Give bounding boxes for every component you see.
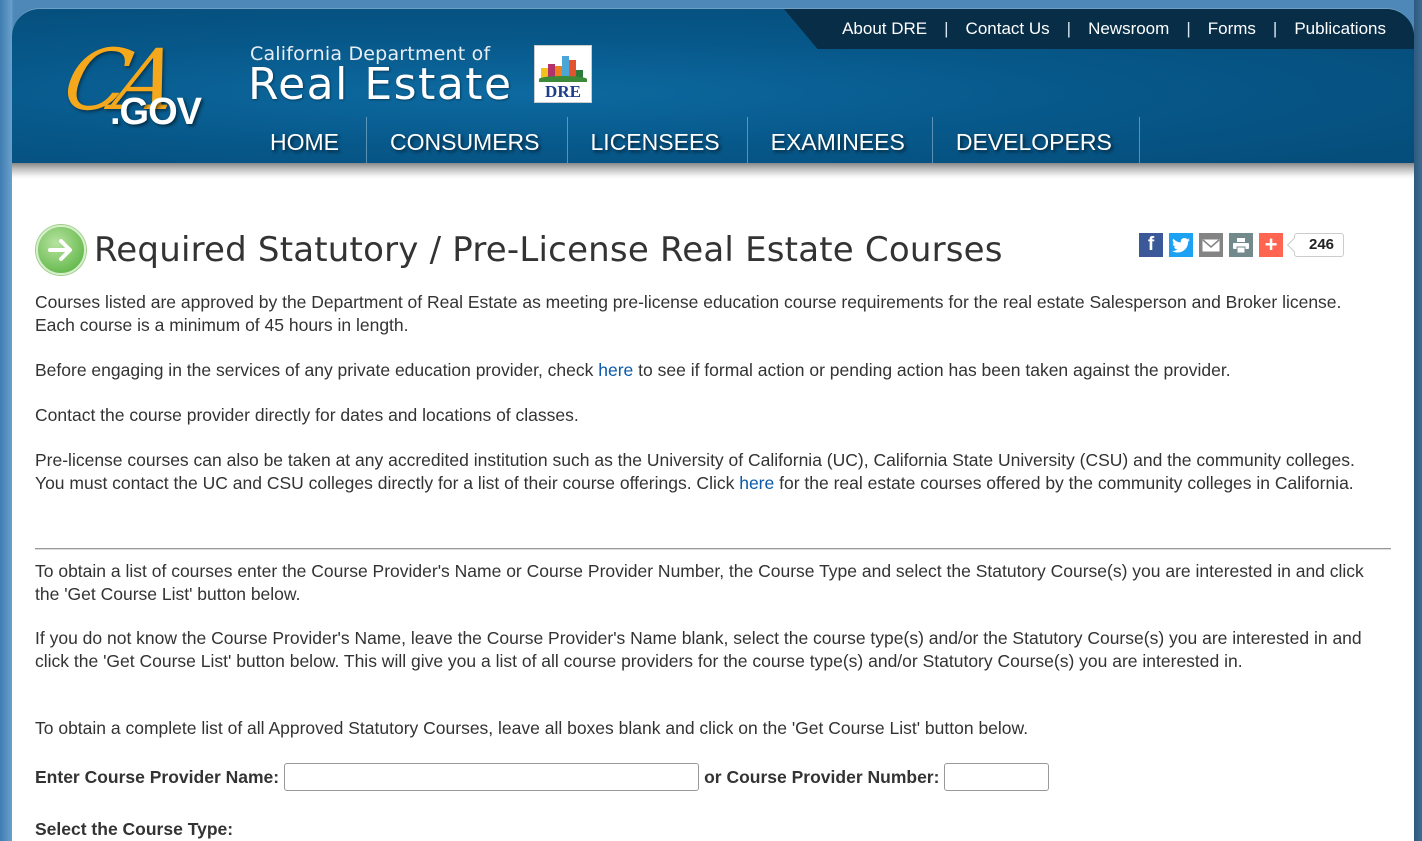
ca-logo-domain: .GOV [110,91,202,133]
community-college-courses-link[interactable]: here [739,473,774,493]
twitter-icon[interactable] [1169,233,1193,257]
provider-name-input[interactable] [284,763,700,791]
addthis-plus-icon[interactable]: + [1259,232,1283,257]
arrow-right-circle-icon [36,225,86,275]
provider-check-paragraph: Before engaging in the services of any p… [35,359,1380,382]
separator: | [944,19,949,38]
utility-link-newsroom[interactable]: Newsroom [1088,19,1169,39]
email-icon[interactable] [1199,233,1223,257]
nav-licensees[interactable]: LICENSEES [568,117,748,163]
utility-link-forms[interactable]: Forms [1208,19,1256,39]
utility-nav: About DRE | Contact Us | Newsroom | Form… [814,9,1414,49]
instructions-paragraph-1: To obtain a list of courses enter the Co… [35,561,1364,604]
main-content: Required Statutory / Pre-License Real Es… [12,163,1414,841]
instructions-paragraph-3: To obtain a complete list of all Approve… [35,718,1029,738]
provider-search-row: Enter Course Provider Name: or Course Pr… [35,763,1054,791]
accredited-institution-paragraph: Pre-license courses can also be taken at… [35,449,1380,494]
separator: | [1186,19,1191,38]
contact-provider-paragraph: Contact the course provider directly for… [35,405,579,425]
intro-paragraph: Courses listed are approved by the Depar… [35,292,1342,335]
text: Before engaging in the services of any p… [35,360,599,380]
page-title-row: Required Statutory / Pre-License Real Es… [36,225,1003,275]
text: for the real estate courses offered by t… [774,472,1354,493]
page-title: Required Statutory / Pre-License Real Es… [94,230,1003,270]
provider-number-input[interactable] [944,763,1050,791]
section-divider [35,548,1391,550]
ca-gov-logo[interactable]: CA .GOV [56,31,220,151]
disciplinary-check-link[interactable]: here [598,360,633,380]
site-header: CA .GOV California Department of Real Es… [12,8,1414,163]
utility-link-about-dre[interactable]: About DRE [842,19,927,39]
provider-number-label: or Course Provider Number: [704,766,940,787]
header-shadow [12,163,1414,179]
course-type-label: Select the Course Type: [35,819,234,839]
share-count: 246 [1294,233,1345,257]
print-icon[interactable] [1229,233,1253,257]
dre-seal-icon: DRE [534,45,592,103]
dre-badge-text: DRE [545,82,581,101]
separator: | [1272,19,1278,38]
page-scrollbar-edge [1414,0,1422,841]
utility-link-contact-us[interactable]: Contact Us [966,19,1050,39]
main-nav: HOME CONSUMERS LICENSEES EXAMINEES DEVEL… [247,117,1140,163]
nav-examinees[interactable]: EXAMINEES [748,117,933,163]
text: to see if formal action or pending actio… [633,360,1231,380]
facebook-icon[interactable]: f [1139,233,1163,257]
nav-developers[interactable]: DEVELOPERS [933,117,1140,163]
instructions-paragraph-2: If you do not know the Course Provider's… [35,628,1362,671]
provider-name-label: Enter Course Provider Name: [35,766,280,787]
nav-home[interactable]: HOME [247,117,367,163]
nav-consumers[interactable]: CONSUMERS [367,117,568,163]
agency-title[interactable]: Real Estate [248,59,513,110]
page-background-left [0,0,12,841]
share-toolbar: f + 246 [1139,232,1345,257]
utility-link-publications[interactable]: Publications [1294,19,1386,39]
separator: | [1066,19,1072,38]
